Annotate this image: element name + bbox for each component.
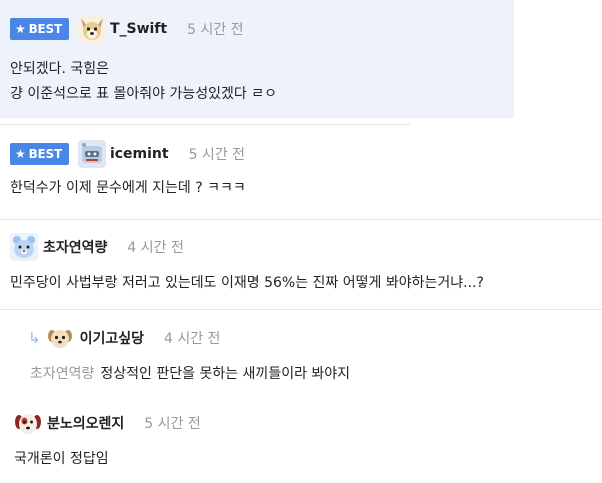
reply-arrow-icon: ↳ <box>28 329 41 347</box>
dog-avatar-icon[interactable] <box>77 15 106 43</box>
best-badge: ★ BEST <box>10 18 69 40</box>
comment-author[interactable]: icemint <box>110 146 169 162</box>
best-badge-label: BEST <box>28 22 63 36</box>
blue-bear-avatar-icon[interactable] <box>10 233 38 261</box>
comment-author[interactable]: 초자연역량 <box>43 237 107 257</box>
comment-line: 한덕수가 이제 문수에게 지는데 ? ㅋㅋㅋ <box>10 180 246 196</box>
mint-robot-avatar-icon[interactable] <box>77 140 106 168</box>
comment-line: 국개론이 정답임 <box>14 451 109 467</box>
comment-author[interactable]: T_Swift <box>110 21 167 37</box>
comment-line: 안되겠다. 국힘은 <box>10 61 110 77</box>
star-icon: ★ <box>15 147 26 161</box>
red-puppy-avatar-icon[interactable] <box>14 409 42 437</box>
comment-author[interactable]: 이기고싶당 <box>80 328 144 348</box>
comment-item: 초자연역량 4 시간 전 민주당이 사법부랑 저러고 있는데도 이재명 56%는… <box>0 220 602 310</box>
comment-time: 5 시간 전 <box>188 147 246 163</box>
comment-line: 걍 이준석으로 표 몰아줘야 가능성있겠다 ㄹㅇ <box>10 86 277 102</box>
comment-item: 분노의오렌지 5 시간 전 국개론이 정답임 <box>0 396 602 483</box>
reply-comment-item: ↳ 이기고싶당 4 시간 전 초자연역량 정상적인 판단을 못하는 새끼들이라 봐… <box>0 310 602 396</box>
comment-text: 국개론이 정답임 <box>14 447 109 472</box>
puppy-avatar-icon[interactable] <box>45 324 74 352</box>
comment-text: 민주당이 사법부랑 저러고 있는데도 이재명 56%는 진짜 어떻게 봐야하는거… <box>10 271 484 296</box>
comment-text: 초자연역량 정상적인 판단을 못하는 새끼들이라 봐야지 <box>30 362 350 387</box>
reply-mention[interactable]: 초자연역량 <box>30 366 94 382</box>
comment-time: 5 시간 전 <box>187 22 244 38</box>
comment-item: ★ BEST T_Swift 5 시간 전 안되겠다. 국힘은 걍 이준석으로 표… <box>0 0 514 118</box>
best-badge: ★ BEST <box>10 143 69 165</box>
comment-text: 한덕수가 이제 문수에게 지는데 ? ㅋㅋㅋ <box>10 176 246 201</box>
comment-text: 안되겠다. 국힘은 걍 이준석으로 표 몰아줘야 가능성있겠다 ㄹㅇ <box>10 57 277 107</box>
comment-item: ★ BEST icemint 5 시간 전 한덕수가 이제 문수에게 지는데 ? … <box>0 125 602 219</box>
comment-line: 정상적인 판단을 못하는 새끼들이라 봐야지 <box>100 366 351 382</box>
comment-author[interactable]: 분노의오렌지 <box>47 413 124 433</box>
star-icon: ★ <box>15 22 26 36</box>
best-badge-label: BEST <box>28 147 63 161</box>
comment-line: 민주당이 사법부랑 저러고 있는데도 이재명 56%는 진짜 어떻게 봐야하는거… <box>10 275 484 291</box>
comment-time: 4 시간 전 <box>127 240 184 256</box>
comment-time: 4 시간 전 <box>163 331 221 347</box>
comment-time: 5 시간 전 <box>144 416 201 432</box>
